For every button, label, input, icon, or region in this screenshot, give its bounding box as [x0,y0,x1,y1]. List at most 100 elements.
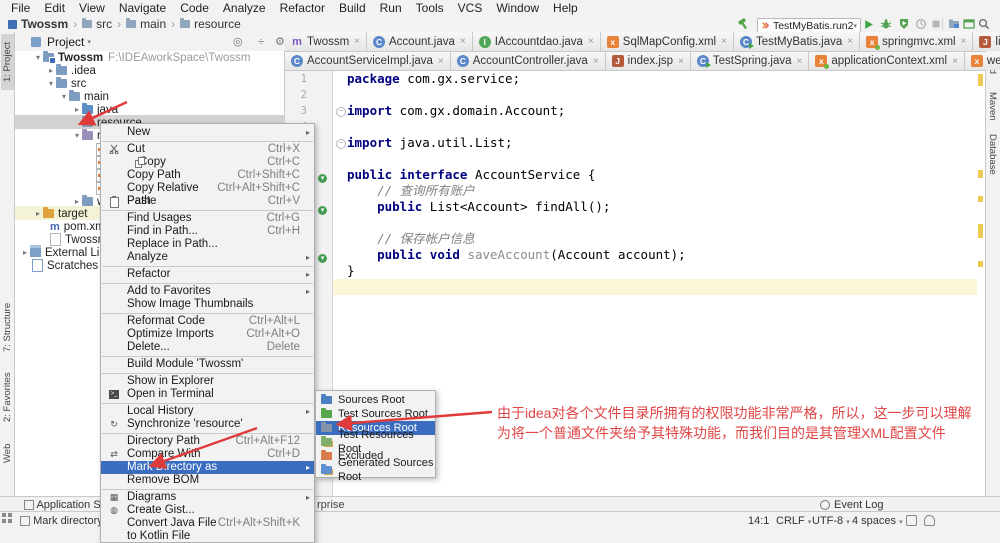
menu-item-analyze[interactable]: Analyze [101,251,314,264]
scrollbar-warning-mark[interactable] [978,74,983,86]
breadcrumb-main[interactable]: main [112,17,166,31]
menu-item-synchronize[interactable]: ↻Synchronize 'resource' [101,418,314,431]
close-icon[interactable]: × [588,36,594,47]
scrollbar-warning-mark[interactable] [978,196,983,202]
submenu-item-test-resources-root[interactable]: Test Resources Root [316,435,435,449]
implemented-marker-icon[interactable]: ▾ [318,174,327,183]
toolwindow-tab-maven[interactable]: Maven [987,92,998,121]
menu-window[interactable]: Window [489,1,546,15]
close-icon[interactable]: × [460,36,466,47]
tab-accountserviceimpl-java[interactable]: CAccountServiceImpl.java× [285,52,451,70]
menu-item-paste[interactable]: PasteCtrl+V [101,195,314,208]
menu-item-mark-directory-as[interactable]: Mark Directory as [101,461,314,474]
caret-position[interactable]: 14:1 [748,515,769,527]
menu-item-copy-path[interactable]: Copy PathCtrl+Shift+C [101,169,314,182]
tree-item-target[interactable]: ▸target [33,207,87,220]
breadcrumb-src[interactable]: src [68,17,112,31]
settings-gear-icon[interactable]: ⚙ [275,35,285,48]
menu-item-reformat-code[interactable]: Reformat CodeCtrl+Alt+L [101,315,314,328]
locate-file-icon[interactable]: ◎ [233,35,243,48]
profiler-button[interactable] [913,16,929,32]
menu-item-find-in-path[interactable]: Find in Path...Ctrl+H [101,225,314,238]
line-ending-selector[interactable]: CRLF ▾ [776,515,811,527]
menu-run[interactable]: Run [373,1,409,15]
toolwindow-tab-project[interactable]: 1: Project [1,34,14,90]
tree-item-root-twossm[interactable]: ▾ TwossmF:\IDEAworkSpace\Twossm [33,51,250,64]
tab-iaccountdao-java[interactable]: IIAccountdao.java× [473,32,601,51]
menu-item-diagrams[interactable]: ▦Diagrams [101,491,314,504]
menu-item-find-usages[interactable]: Find UsagesCtrl+G [101,212,314,225]
implemented-marker-icon[interactable]: ▾ [318,206,327,215]
toolwindow-tab-database[interactable]: Database [987,134,998,175]
menu-edit[interactable]: Edit [37,1,72,15]
tab-web-xml[interactable]: xweb.xml× [965,52,1000,70]
menu-item-new[interactable]: New [101,126,314,139]
chevron-down-icon[interactable]: ▾ [87,38,91,46]
menu-item-refactor[interactable]: Refactor [101,268,314,281]
toolwindow-tab-web[interactable]: Web [1,436,15,470]
tree-item-main[interactable]: ▾main [59,90,109,103]
tree-item-src[interactable]: ▾src [46,77,86,90]
tab-index-jsp[interactable]: Jindex.jsp× [606,52,691,70]
breadcrumb-resource[interactable]: resource [166,17,241,31]
toolwindow-tab-structure[interactable]: 7: Structure [1,294,15,360]
tab-twossm[interactable]: mTwossm× [285,32,367,51]
tab-applicationcontext-xml[interactable]: xapplicationContext.xml× [809,52,965,70]
scrollbar-warning-mark[interactable] [978,170,983,178]
menu-item-copy[interactable]: CopyCtrl+C [101,156,314,169]
debug-button[interactable] [878,16,894,32]
run-config-selector[interactable]: TestMyBatis.run2 ▾ [757,18,861,33]
collapse-all-icon[interactable]: ÷ [258,36,264,48]
tab-sqlmapconfig-xml[interactable]: xSqlMapConfig.xml× [601,32,734,51]
tab-testspring-java[interactable]: CTestSpring.java× [691,52,809,70]
menu-item-open-in-terminal[interactable]: Open in Terminal [101,388,314,401]
menu-item-replace-in-path[interactable]: Replace in Path... [101,238,314,251]
terminal-window-button[interactable] [961,16,977,32]
tree-item-idea[interactable]: ▸.idea [46,64,96,77]
indent-selector[interactable]: 4 spaces ▾ [852,515,903,527]
tab-testmybatis-java[interactable]: CTestMyBatis.java× [734,32,860,51]
menu-item-remove-bom[interactable]: Remove BOM [101,474,314,487]
fold-marker-icon[interactable]: − [336,139,346,149]
menu-item-show-image-thumbnails[interactable]: Show Image Thumbnails [101,298,314,311]
search-everywhere-button[interactable] [976,16,992,32]
menu-help[interactable]: Help [546,1,585,15]
submenu-item-generated-sources-root[interactable]: Generated Sources Root [316,463,435,477]
menu-item-cut[interactable]: CutCtrl+X [101,143,314,156]
encoding-selector[interactable]: UTF-8 ▾ [812,515,850,527]
tab-account-java[interactable]: CAccount.java× [367,32,473,51]
menu-item-directory-path[interactable]: Directory PathCtrl+Alt+F12 [101,435,314,448]
menu-item-create-gist[interactable]: ◍Create Gist... [101,504,314,517]
close-icon[interactable]: × [593,56,599,67]
close-icon[interactable]: × [678,56,684,67]
menu-item-build-module[interactable]: Build Module 'Twossm' [101,358,314,371]
menu-file[interactable]: File [4,1,37,15]
build-hammer-button[interactable] [735,16,751,32]
close-icon[interactable]: × [797,56,803,67]
fold-marker-icon[interactable]: − [336,107,346,117]
toolwindow-switcher-icon[interactable] [2,513,12,523]
menu-build[interactable]: Build [332,1,373,15]
menu-analyze[interactable]: Analyze [216,1,273,15]
menu-vcs[interactable]: VCS [451,1,490,15]
scrollbar-warning-mark[interactable] [978,261,983,267]
close-icon[interactable]: × [721,36,727,47]
implemented-marker-icon[interactable]: ▾ [318,254,327,263]
toolwindow-tab-favorites[interactable]: 2: Favorites [1,366,15,428]
menu-refactor[interactable]: Refactor [273,1,332,15]
menu-item-copy-relative-path[interactable]: Copy Relative PathCtrl+Alt+Shift+C [101,182,314,195]
menu-navigate[interactable]: Navigate [112,1,173,15]
close-icon[interactable]: × [847,36,853,47]
project-structure-button[interactable] [946,16,962,32]
tab-accountcontroller-java[interactable]: CAccountController.java× [451,52,606,70]
toolwindow-tab-event-log[interactable]: Event Log [820,499,884,511]
tree-item-java[interactable]: ▸java [72,103,118,116]
tree-item-pom-xml[interactable]: mpom.xml [50,220,107,233]
notification-bell-icon[interactable] [924,515,935,526]
menu-item-convert-to-kotlin[interactable]: Convert Java File to Kotlin FileCtrl+Alt… [101,517,314,530]
menu-item-optimize-imports[interactable]: Optimize ImportsCtrl+Alt+O [101,328,314,341]
close-icon[interactable]: × [438,56,444,67]
submenu-item-sources-root[interactable]: Sources Root [316,393,435,407]
run-with-coverage-button[interactable] [896,16,912,32]
menu-view[interactable]: View [72,1,112,15]
